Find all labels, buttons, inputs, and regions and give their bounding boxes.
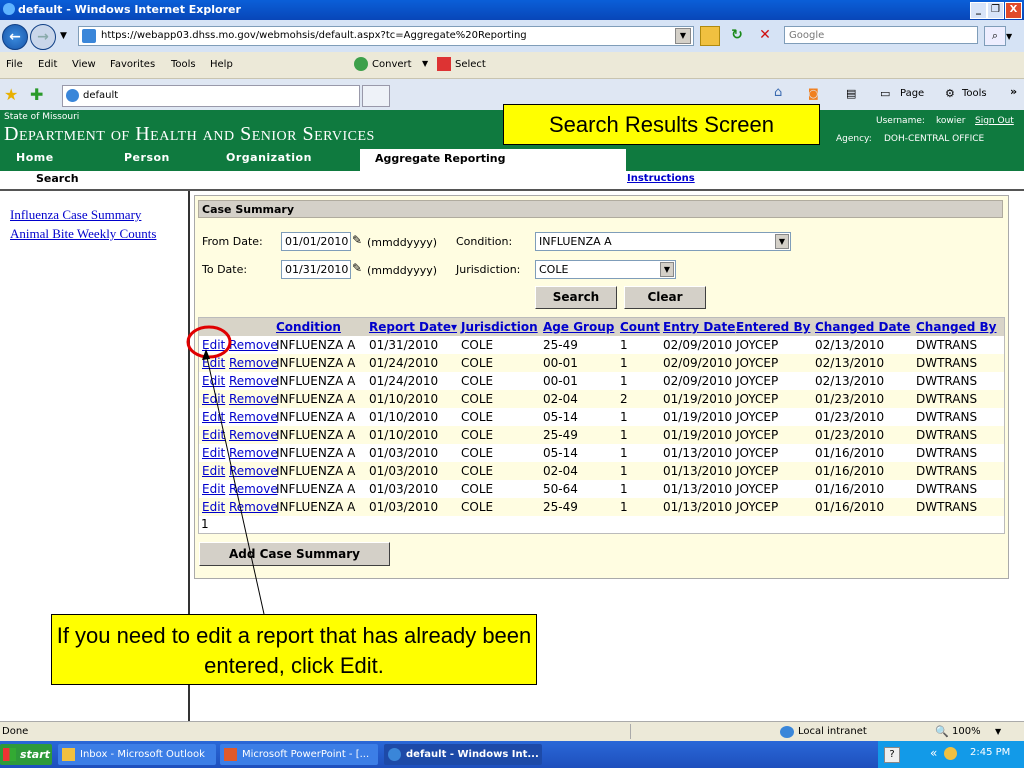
status-bar: Done Local intranet 🔍 100% ▼	[0, 721, 1024, 742]
taskbar-outlook-label: Inbox - Microsoft Outlook	[80, 749, 205, 760]
system-tray: ? « 2:45 PM	[878, 741, 1024, 768]
zoom-level[interactable]: 100%	[952, 722, 981, 742]
windows-logo-icon	[3, 748, 16, 761]
status-panels	[630, 724, 771, 739]
ie-taskbar-icon	[388, 748, 401, 761]
taskbar-ie[interactable]: default - Windows Int...	[384, 744, 542, 765]
clock[interactable]: 2:45 PM	[970, 747, 1010, 758]
security-zone-text: Local intranet	[798, 726, 867, 737]
taskbar-powerpoint[interactable]: Microsoft PowerPoint - [...	[220, 744, 378, 765]
show-hidden-icons-chevron-icon[interactable]: «	[930, 746, 937, 760]
help-icon[interactable]: ?	[884, 747, 900, 763]
zoom-icon[interactable]: 🔍	[935, 722, 949, 742]
start-button[interactable]: start	[0, 744, 52, 765]
annotation-overlay	[186, 325, 265, 615]
callout-pointer-line	[205, 352, 265, 615]
outlook-icon	[62, 748, 75, 761]
taskbar-powerpoint-label: Microsoft PowerPoint - [...	[242, 749, 370, 760]
start-label: start	[20, 748, 50, 761]
taskbar-outlook[interactable]: Inbox - Microsoft Outlook	[58, 744, 216, 765]
edit-highlight-circle	[186, 325, 232, 359]
status-text: Done	[2, 726, 29, 737]
zoom-dropdown[interactable]: ▼	[995, 722, 1001, 742]
callout-pointer-arrowhead	[202, 349, 210, 360]
powerpoint-icon	[224, 748, 237, 761]
tray-app-icon[interactable]	[944, 747, 957, 760]
taskbar-ie-label: default - Windows Int...	[406, 749, 539, 760]
intranet-globe-icon	[780, 726, 794, 738]
taskbar: start Inbox - Microsoft Outlook Microsof…	[0, 741, 1024, 768]
